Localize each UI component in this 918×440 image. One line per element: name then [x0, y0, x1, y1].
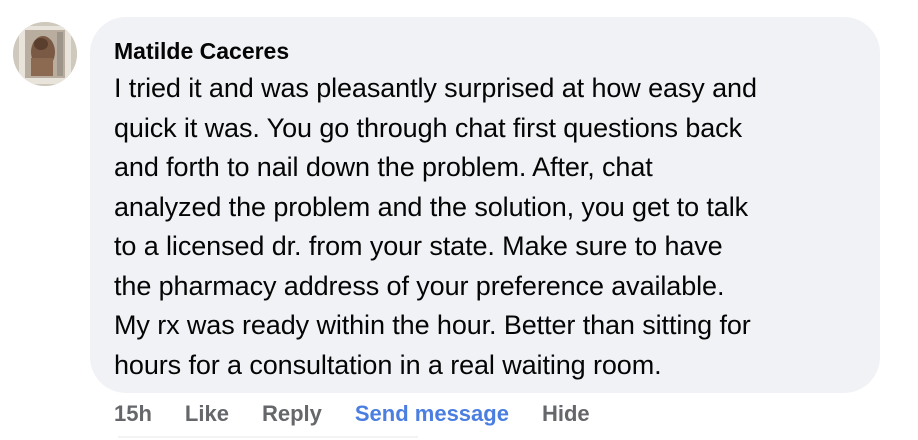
- reply-button[interactable]: Reply: [262, 401, 322, 427]
- like-button[interactable]: Like: [185, 401, 229, 427]
- hide-button[interactable]: Hide: [542, 401, 590, 427]
- send-message-button[interactable]: Send message: [355, 401, 509, 427]
- comment-text: I tried it and was pleasantly surprised …: [114, 73, 757, 380]
- profile-photo-icon: [13, 22, 77, 86]
- divider: [118, 436, 418, 438]
- comment-author[interactable]: Matilde Caceres: [114, 37, 856, 65]
- comment-timestamp[interactable]: 15h: [114, 401, 152, 427]
- comment-actions: 15h Like Reply Send message Hide: [114, 399, 623, 429]
- avatar[interactable]: [13, 22, 77, 86]
- comment-bubble: Matilde Caceres I tried it and was pleas…: [90, 17, 880, 393]
